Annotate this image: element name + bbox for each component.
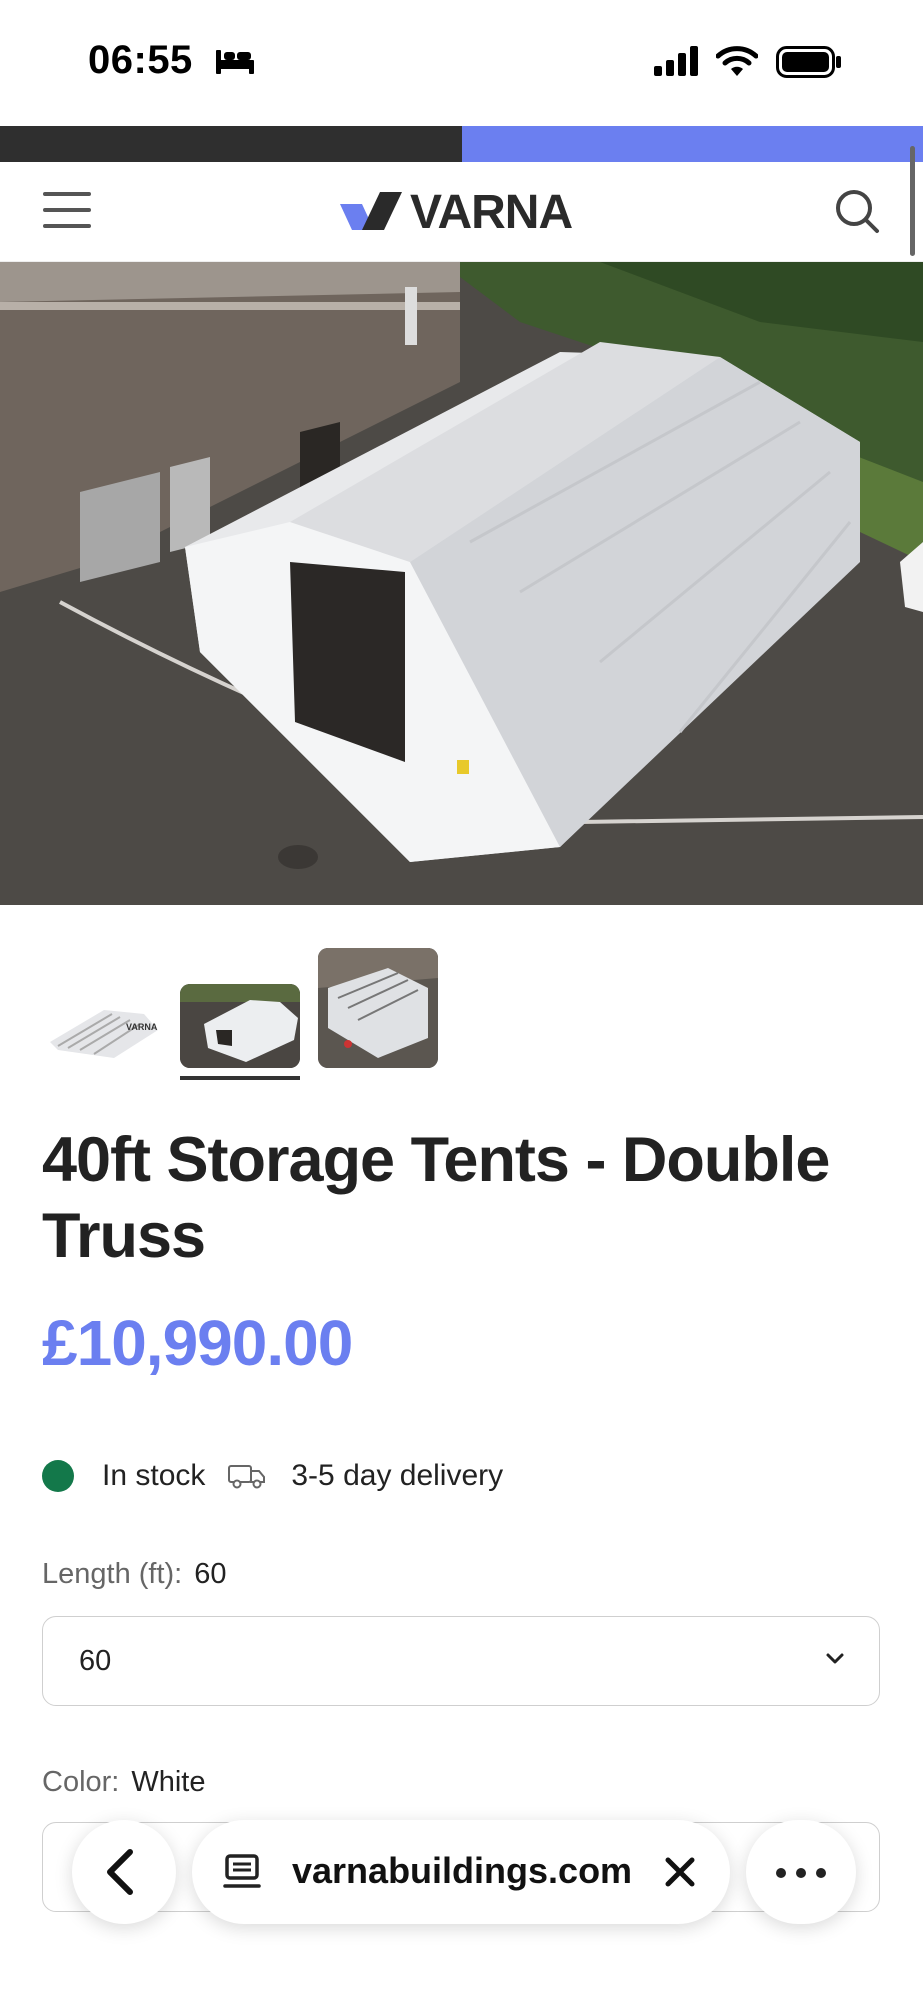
availability-row: In stock 3-5 day delivery: [42, 1458, 503, 1494]
length-select-value: 60: [79, 1645, 112, 1677]
thumbnail-2[interactable]: [180, 984, 300, 1068]
status-bar: 06:55: [0, 0, 923, 126]
back-icon: [107, 1849, 133, 1895]
product-main-image[interactable]: [0, 262, 923, 905]
length-option-label: Length (ft): 60: [42, 1558, 227, 1591]
color-label-text: Color:: [42, 1766, 120, 1798]
in-stock-indicator-icon: [42, 1460, 74, 1492]
stock-status: In stock: [102, 1459, 206, 1492]
banner-accent-segment: [462, 126, 923, 162]
color-option-label: Color: White: [42, 1766, 206, 1799]
battery-icon: [776, 46, 841, 78]
tab-icon: [223, 1854, 261, 1888]
delivery-time: 3-5 day delivery: [291, 1459, 504, 1492]
logo-mark-icon: [340, 192, 402, 230]
bed-icon: [216, 50, 254, 74]
back-button[interactable]: [72, 1820, 176, 1924]
site-header: VARNA: [0, 162, 923, 262]
site-logo[interactable]: VARNA: [340, 184, 573, 240]
color-current-value: White: [131, 1766, 206, 1798]
length-label-text: Length (ft):: [42, 1558, 183, 1590]
product-price: £10,990.00: [42, 1307, 353, 1379]
product-title: 40ft Storage Tents - Double Truss: [42, 1125, 830, 1271]
more-icon: [796, 1868, 806, 1878]
menu-icon[interactable]: [40, 192, 94, 232]
banner-dark-segment: [0, 126, 462, 162]
more-icon: [776, 1868, 786, 1878]
thumbnail-3[interactable]: [318, 948, 438, 1068]
more-icon: [816, 1868, 826, 1878]
browser-toolbar: varnabuildings.com: [0, 1820, 923, 1930]
address-bar[interactable]: varnabuildings.com: [192, 1820, 730, 1924]
url-text: varnabuildings.com: [292, 1850, 633, 1891]
chevron-down-icon: [826, 1653, 844, 1664]
length-select[interactable]: 60: [42, 1616, 880, 1706]
page-scrollbar[interactable]: [910, 146, 915, 256]
more-button[interactable]: [746, 1820, 856, 1924]
search-icon[interactable]: [832, 186, 882, 236]
length-current-value: 60: [194, 1558, 227, 1590]
truck-icon: [228, 1465, 266, 1489]
thumbnail-1[interactable]: VARNA: [44, 984, 164, 1068]
status-time: 06:55: [88, 38, 193, 82]
top-banner-strip: [0, 126, 923, 162]
thumbnail-selected-indicator: [180, 1076, 300, 1080]
signal-icon: [654, 46, 698, 76]
close-icon[interactable]: [660, 1852, 700, 1892]
wifi-icon: [716, 46, 758, 76]
svg-text:VARNA: VARNA: [126, 1022, 158, 1032]
logo-text: VARNA: [410, 185, 573, 239]
